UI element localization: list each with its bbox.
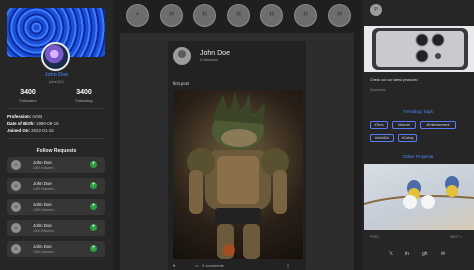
- ad-image[interactable]: [364, 26, 474, 72]
- ad-text: Check out our latest products!: [370, 78, 418, 82]
- feed-panel: John Doe 0 followers first post ♥ ▭ 0 co…: [120, 33, 354, 270]
- post-card: John Doe 0 followers first post ♥ ▭ 0 co…: [168, 41, 306, 270]
- followers-stat[interactable]: 3400 Followers: [0, 89, 56, 103]
- tag-chip[interactable]: #ArtistDrt: [370, 134, 394, 142]
- profession-row: Profession: Artist: [7, 114, 42, 119]
- tag-chip[interactable]: #Tech: [370, 121, 388, 129]
- request-followers: 100K followers: [33, 208, 54, 212]
- birds-illustration: [364, 176, 474, 209]
- left-sidebar: John Doe jdoe123 3400 Followers 3400 Fol…: [0, 0, 113, 270]
- request-followers: 100K followers: [33, 166, 54, 170]
- profile-handle: jdoe123: [49, 79, 64, 84]
- profession-label: Profession:: [7, 114, 32, 119]
- user-avatar[interactable]: P: [370, 4, 382, 16]
- request-name: John Doe: [33, 244, 52, 249]
- accept-request-button[interactable]: +: [90, 224, 97, 231]
- request-followers: 100K followers: [33, 187, 54, 191]
- post-image[interactable]: [173, 90, 303, 259]
- follow-request-item[interactable]: H John Doe 100K followers +: [7, 220, 105, 236]
- profession-value: Artist: [32, 114, 43, 119]
- add-story-button[interactable]: +: [126, 4, 149, 27]
- request-name: John Doe: [33, 181, 52, 186]
- following-count: 3400: [76, 89, 92, 96]
- carousel-prev[interactable]: PREV: [370, 235, 379, 239]
- x-icon[interactable]: 𝕏: [389, 251, 393, 257]
- dob-label: Date of Birth:: [7, 121, 35, 126]
- dob-row: Date of Birth: 1990-08-16: [7, 121, 59, 126]
- tag-chip[interactable]: #Entertainment: [420, 121, 456, 129]
- follow-request-item[interactable]: H John Doe 100K followers +: [7, 241, 105, 257]
- follow-requests-title: Follow Requests: [36, 148, 77, 154]
- accept-request-button[interactable]: +: [90, 203, 97, 210]
- crocodile-warrior-illustration: [187, 92, 289, 259]
- comments-count[interactable]: 0 comments: [202, 263, 224, 268]
- divider: [7, 108, 105, 109]
- accept-request-button[interactable]: +: [90, 245, 97, 252]
- joined-row: Joined On: 2022-01-15: [7, 128, 54, 133]
- avatar: H: [11, 244, 21, 254]
- story-avatar[interactable]: H: [193, 4, 216, 27]
- mail-icon[interactable]: ✉: [441, 251, 445, 257]
- request-name: John Doe: [33, 223, 52, 228]
- story-avatar[interactable]: H: [227, 4, 250, 27]
- divider: [7, 138, 105, 139]
- story-avatar[interactable]: H: [294, 4, 317, 27]
- post-author-avatar[interactable]: [173, 47, 191, 65]
- following-stat[interactable]: 3400 Following: [56, 89, 112, 103]
- post-author-followers: 0 followers: [200, 58, 219, 62]
- carousel-next[interactable]: NEXT >: [450, 235, 462, 239]
- avatar: H: [11, 202, 21, 212]
- follow-request-item[interactable]: H John Doe 100K followers +: [7, 178, 105, 194]
- project-carousel-image[interactable]: [364, 164, 474, 230]
- joined-label: Joined On:: [7, 128, 30, 133]
- post-text: first post: [173, 81, 189, 86]
- request-name: John Doe: [33, 202, 52, 207]
- phone-product-illustration: [372, 28, 468, 70]
- post-actions: ♥ ▭ 0 comments ▯: [173, 263, 301, 270]
- avatar: H: [11, 181, 21, 191]
- github-icon[interactable]: gh: [422, 251, 428, 257]
- accept-request-button[interactable]: +: [90, 182, 97, 189]
- profile-name[interactable]: John Doe: [0, 72, 113, 78]
- request-followers: 100K followers: [33, 229, 54, 233]
- dob-value: 1990-08-16: [36, 121, 59, 126]
- trending-tags-title: Trending Tags: [402, 110, 434, 115]
- accept-request-button[interactable]: +: [90, 161, 97, 168]
- following-label: Following: [75, 98, 93, 103]
- story-avatar[interactable]: H: [260, 4, 283, 27]
- ad-sponsor-label: Sponsored: [370, 88, 386, 92]
- avatar: H: [11, 223, 21, 233]
- comment-icon[interactable]: ▭: [195, 263, 199, 268]
- followers-count: 3400: [20, 89, 36, 96]
- follow-request-item[interactable]: H John Doe 100K followers +: [7, 157, 105, 173]
- request-followers: 100K followers: [33, 250, 54, 254]
- bookmark-icon[interactable]: ▯: [287, 263, 289, 268]
- follow-request-item[interactable]: H John Doe 100K followers +: [7, 199, 105, 215]
- like-icon[interactable]: ♥: [173, 263, 175, 268]
- right-sidebar: P Check out our latest products! Sponsor…: [362, 0, 474, 270]
- avatar: H: [11, 160, 21, 170]
- request-name: John Doe: [33, 160, 52, 165]
- story-avatar[interactable]: H: [160, 4, 183, 27]
- story-avatar[interactable]: H: [328, 4, 351, 27]
- other-projects-title: Other Projects: [402, 155, 434, 160]
- linkedin-icon[interactable]: in: [405, 251, 409, 257]
- tag-chip[interactable]: #Marvel: [392, 121, 416, 129]
- followers-label: Followers: [19, 98, 37, 103]
- post-author-name[interactable]: John Doe: [200, 50, 230, 57]
- joined-value: 2022-01-15: [31, 128, 54, 133]
- profile-avatar[interactable]: [41, 42, 70, 71]
- tag-chip[interactable]: #Calmg: [398, 134, 417, 142]
